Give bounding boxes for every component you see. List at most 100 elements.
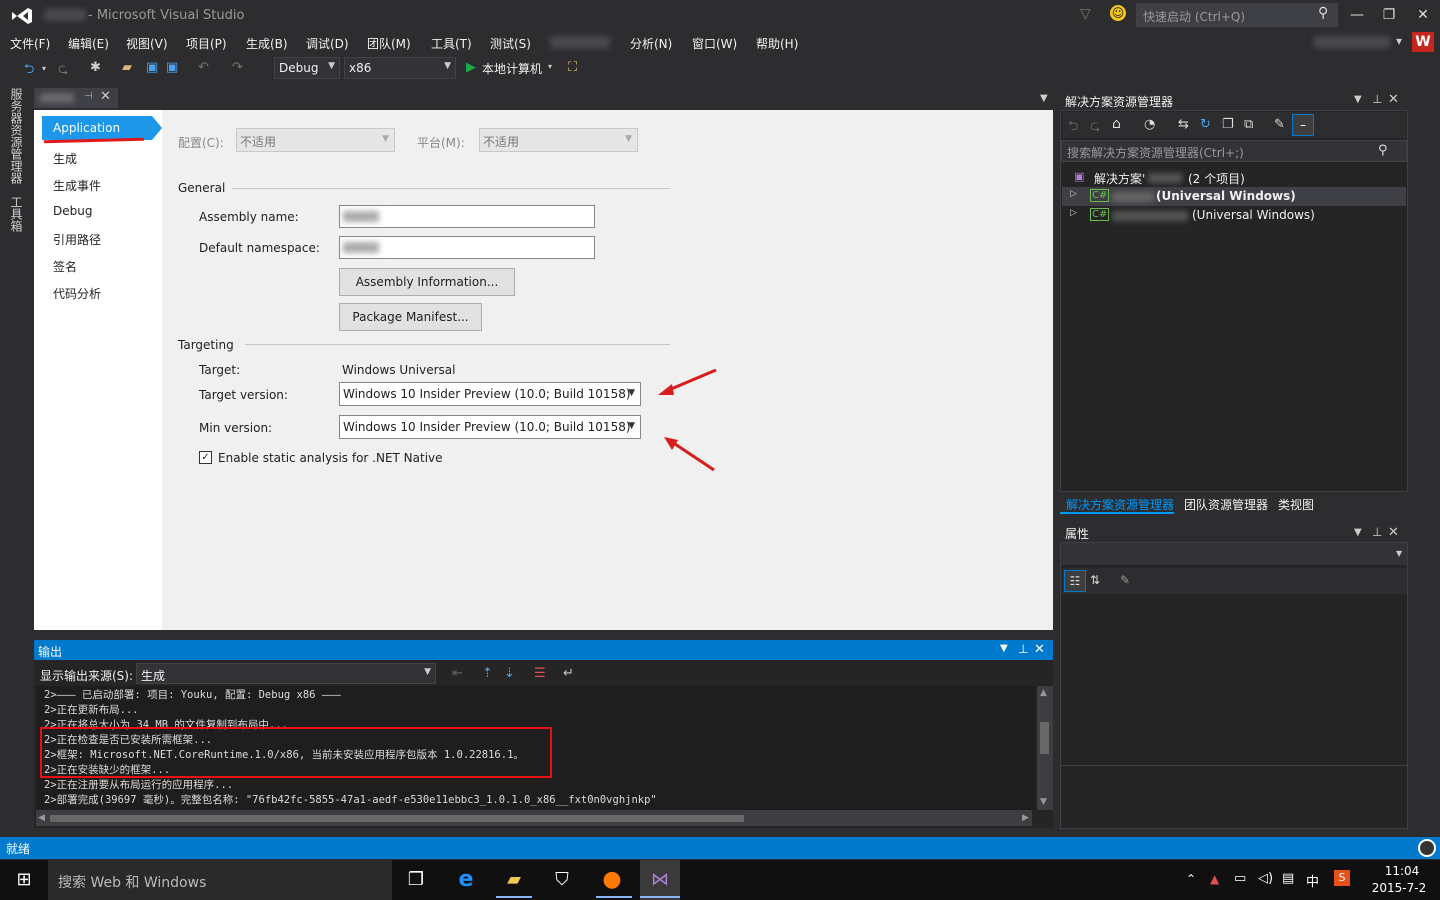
undo-icon[interactable]: ↶ bbox=[198, 60, 209, 75]
close-button[interactable]: ✕ bbox=[1410, 5, 1436, 25]
close-icon[interactable]: ✕ bbox=[1388, 92, 1399, 107]
chevron-down-icon[interactable]: ▼ bbox=[1354, 94, 1362, 105]
close-icon[interactable]: ✕ bbox=[1034, 642, 1045, 657]
pin-icon[interactable]: ⊥ bbox=[1018, 642, 1028, 656]
show-all-files-icon[interactable]: ⧉ bbox=[1244, 117, 1253, 132]
expand-arrow-icon[interactable]: ▷ bbox=[1070, 208, 1077, 218]
save-all-icon[interactable]: ▣ bbox=[166, 60, 178, 75]
chevron-down-icon[interactable]: ▾ bbox=[1396, 34, 1402, 48]
chevron-down-icon[interactable]: ▼ bbox=[1396, 549, 1402, 558]
find-in-files-icon[interactable]: ⛶ bbox=[568, 60, 577, 75]
visual-studio-taskbar-icon[interactable]: ⋈ bbox=[640, 860, 680, 900]
menu-debug[interactable]: 调试(D) bbox=[306, 35, 349, 52]
network-icon[interactable]: ▭ bbox=[1234, 871, 1246, 886]
next-message-icon[interactable]: ⇣ bbox=[504, 666, 515, 681]
save-icon[interactable]: ▣ bbox=[146, 60, 158, 75]
nav-item-build[interactable]: 生成 bbox=[53, 150, 77, 167]
store-icon[interactable]: ⛉ bbox=[542, 864, 582, 896]
ime-indicator[interactable]: 中 bbox=[1306, 871, 1319, 890]
default-namespace-input[interactable] bbox=[339, 236, 595, 259]
notifications-icon[interactable] bbox=[1418, 839, 1436, 857]
maximize-button[interactable]: ❐ bbox=[1376, 5, 1402, 25]
previous-message-icon[interactable]: ⇡ bbox=[482, 666, 493, 681]
clear-all-icon[interactable]: ☰ bbox=[534, 666, 546, 681]
scroll-left-icon[interactable]: ◀ bbox=[38, 813, 45, 823]
scroll-up-icon[interactable]: ▲ bbox=[1040, 688, 1047, 698]
back-icon[interactable]: ⮌ bbox=[1068, 117, 1078, 139]
clock-time[interactable]: 11:04 bbox=[1374, 864, 1430, 878]
feedback-smiley-icon[interactable]: ☺ bbox=[1110, 5, 1126, 21]
platform-dropdown[interactable]: x86 ▼ bbox=[344, 57, 456, 79]
toolbox-tab[interactable]: 工具箱 bbox=[8, 196, 25, 232]
collapse-all-icon[interactable]: ❐ bbox=[1222, 117, 1234, 132]
menu-team[interactable]: 团队(M) bbox=[367, 35, 411, 52]
output-source-select[interactable]: 生成 ▼ bbox=[136, 663, 436, 684]
back-icon[interactable]: ⮌ bbox=[24, 60, 34, 82]
firefox-icon[interactable]: ● bbox=[592, 864, 632, 896]
volume-icon[interactable]: ◁) bbox=[1258, 871, 1273, 886]
menu-project[interactable]: 项目(P) bbox=[186, 35, 227, 52]
pending-changes-icon[interactable]: ◔ bbox=[1144, 117, 1155, 132]
notification-flag-icon[interactable]: ▽ bbox=[1080, 6, 1091, 22]
forward-icon[interactable]: ⮎ bbox=[1090, 117, 1100, 139]
windows-start-icon[interactable]: ⊞ bbox=[0, 860, 48, 900]
preview-selected-icon[interactable]: – bbox=[1292, 114, 1314, 136]
show-hidden-icons-icon[interactable]: ⌃ bbox=[1186, 872, 1196, 886]
properties-wrench-icon[interactable]: ✎ bbox=[1274, 117, 1285, 132]
min-version-select[interactable]: Windows 10 Insider Preview (10.0; Build … bbox=[339, 415, 641, 439]
close-tab-icon[interactable]: ✕ bbox=[100, 89, 111, 104]
scroll-down-icon[interactable]: ▼ bbox=[1040, 797, 1047, 807]
target-version-select[interactable]: Windows 10 Insider Preview (10.0; Build … bbox=[339, 382, 641, 406]
sync-icon[interactable]: ⇆ bbox=[1178, 117, 1189, 132]
package-manifest-button[interactable]: Package Manifest... bbox=[339, 303, 482, 331]
taskbar-search[interactable]: 搜索 Web 和 Windows bbox=[48, 860, 392, 900]
menu-help[interactable]: 帮助(H) bbox=[756, 35, 798, 52]
word-wrap-icon[interactable]: ↵ bbox=[563, 666, 574, 681]
redo-icon[interactable]: ↷ bbox=[232, 60, 243, 75]
tree-row-project[interactable]: ▷ C# (Universal Windows) bbox=[1062, 206, 1406, 225]
assembly-information-button[interactable]: Assembly Information... bbox=[339, 268, 515, 296]
menu-window[interactable]: 窗口(W) bbox=[692, 35, 737, 52]
scrollbar-thumb[interactable] bbox=[1040, 722, 1049, 754]
run-target-button[interactable]: 本地计算机 bbox=[482, 60, 542, 77]
categorized-icon[interactable]: ☷ bbox=[1064, 570, 1086, 592]
tab-solution-explorer[interactable]: 解决方案资源管理器 bbox=[1066, 496, 1174, 513]
scrollbar-thumb[interactable] bbox=[50, 815, 744, 822]
chevron-down-icon[interactable]: ▼ bbox=[1000, 643, 1008, 654]
menu-edit[interactable]: 编辑(E) bbox=[68, 35, 109, 52]
clock-date[interactable]: 2015-7-2 bbox=[1368, 881, 1430, 895]
chevron-down-icon[interactable]: ▾ bbox=[42, 64, 46, 73]
menu-analyze[interactable]: 分析(N) bbox=[630, 35, 672, 52]
property-pages-icon[interactable]: ✎ bbox=[1120, 573, 1130, 587]
search-icon[interactable]: ⚲ bbox=[1378, 143, 1388, 158]
properties-object-select[interactable] bbox=[1061, 543, 1407, 565]
forward-icon[interactable]: ⮎ bbox=[58, 60, 68, 82]
menu-view[interactable]: 视图(V) bbox=[126, 35, 168, 52]
expand-arrow-icon[interactable]: ▷ bbox=[1070, 189, 1077, 199]
menu-file[interactable]: 文件(F) bbox=[10, 35, 50, 52]
assembly-name-input[interactable] bbox=[339, 205, 595, 228]
tab-class-view[interactable]: 类视图 bbox=[1278, 496, 1314, 513]
nav-item-code-analysis[interactable]: 代码分析 bbox=[53, 285, 101, 302]
nav-item-debug[interactable]: Debug bbox=[53, 204, 92, 218]
menu-test[interactable]: 测试(S) bbox=[490, 35, 531, 52]
pin-icon[interactable]: ⊣ bbox=[84, 91, 93, 102]
tab-team-explorer[interactable]: 团队资源管理器 bbox=[1184, 496, 1268, 513]
nav-item-reference-paths[interactable]: 引用路径 bbox=[53, 231, 101, 248]
nav-item-application[interactable]: Application bbox=[42, 116, 152, 140]
avatar[interactable]: W bbox=[1412, 32, 1434, 52]
refresh-icon[interactable]: ↻ bbox=[1200, 117, 1211, 132]
file-explorer-icon[interactable]: ▰ bbox=[494, 864, 534, 896]
sogou-ime-icon[interactable]: S bbox=[1334, 870, 1350, 886]
edge-browser-icon[interactable]: e bbox=[446, 864, 486, 896]
new-project-icon[interactable]: ✱ bbox=[90, 60, 101, 75]
tree-row-project[interactable]: ▷ C# (Universal Windows) bbox=[1062, 187, 1406, 206]
search-icon[interactable]: ⚲ bbox=[1318, 5, 1328, 21]
play-icon[interactable]: ▶ bbox=[466, 60, 476, 75]
quick-launch-input[interactable]: 快速启动 (Ctrl+Q) bbox=[1136, 3, 1338, 27]
server-explorer-tab[interactable]: 服务器资源管理器 bbox=[8, 88, 25, 184]
close-icon[interactable]: ✕ bbox=[1388, 525, 1399, 540]
open-file-icon[interactable]: ▰ bbox=[122, 60, 132, 75]
pin-icon[interactable]: ⊥ bbox=[1372, 525, 1382, 539]
nav-item-build-events[interactable]: 生成事件 bbox=[53, 177, 101, 194]
